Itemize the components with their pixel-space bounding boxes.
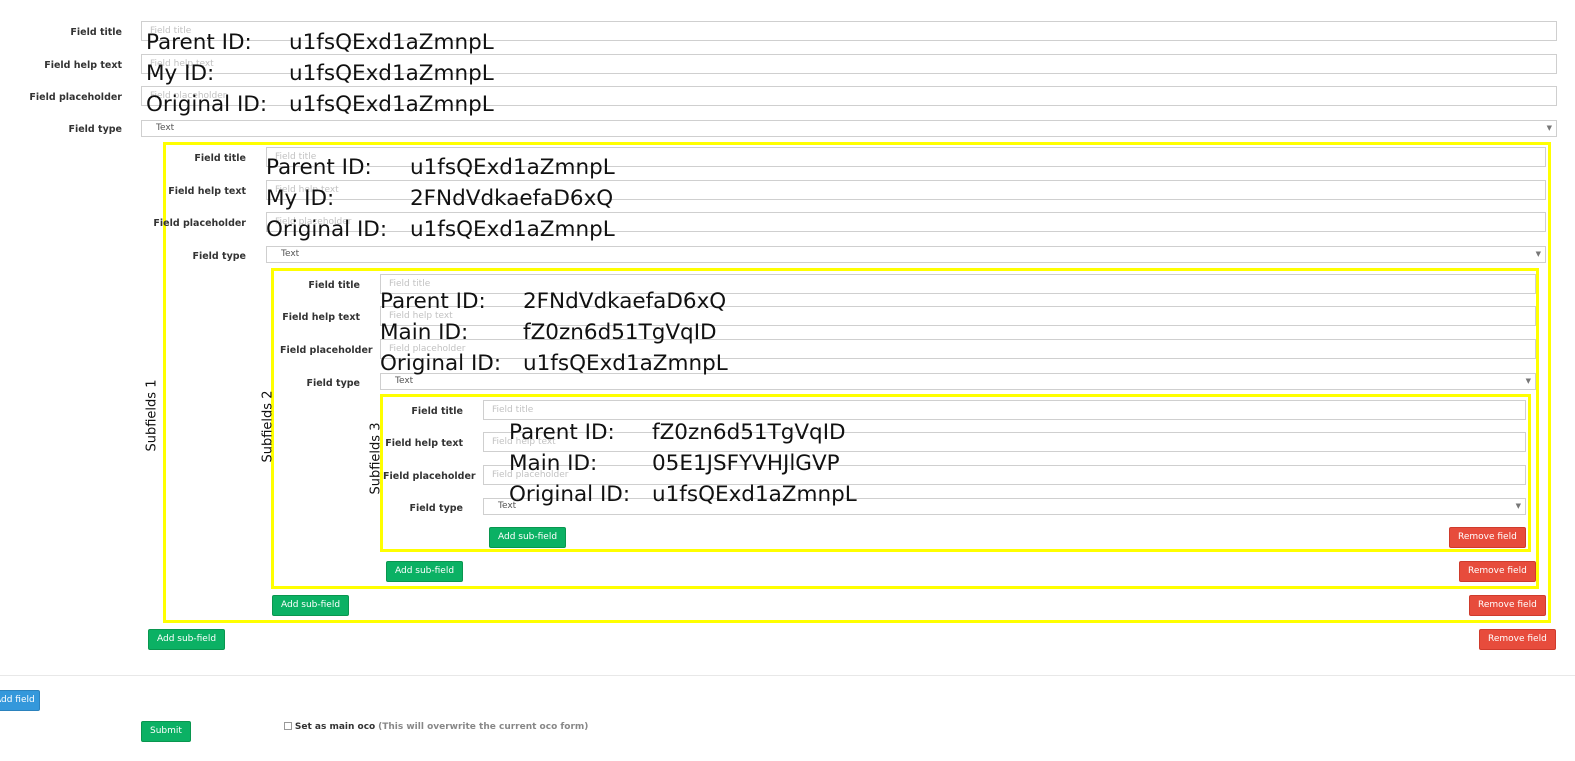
remove-field-button-level-3[interactable]: Remove field	[1449, 527, 1526, 548]
chevron-down-icon: ▼	[1546, 124, 1552, 132]
field-title-label: Field title	[308, 280, 360, 291]
remove-field-button-level-0[interactable]: Remove field	[1479, 629, 1556, 650]
chevron-down-icon: ▼	[1515, 502, 1521, 510]
add-sub-field-button-level-2[interactable]: Add sub-field	[386, 561, 464, 582]
remove-field-button-level-1[interactable]: Remove field	[1469, 595, 1546, 616]
chevron-down-icon: ▼	[1535, 250, 1541, 258]
field-title-input[interactable]: Field title	[266, 147, 1546, 167]
field-title-label: Field title	[70, 27, 122, 38]
main-oco-label: Set as main oco	[294, 722, 376, 732]
subfields-1-label: Subfields 1	[144, 379, 160, 452]
add-field-button[interactable]: Add field	[0, 690, 40, 711]
field-help-text-label: Field help text	[44, 60, 122, 71]
field-help-text-label: Field help text	[282, 312, 360, 323]
field-type-value: Text	[281, 249, 300, 259]
field-title-input[interactable]: Field title	[380, 274, 1536, 294]
field-help-text-input[interactable]: Field help text	[380, 306, 1536, 326]
field-title-label: Field title	[411, 406, 463, 417]
subfields-2-label: Subfields 2	[260, 390, 276, 463]
field-placeholder-label: Field placeholder	[280, 345, 373, 356]
add-sub-field-button-level-0[interactable]: Add sub-field	[148, 629, 226, 650]
field-type-label: Field type	[68, 124, 122, 135]
field-placeholder-label: Field placeholder	[153, 218, 246, 229]
field-type-select[interactable]: Text ▼	[380, 373, 1536, 390]
field-placeholder-input[interactable]: Field placeholder	[483, 465, 1526, 485]
field-type-select[interactable]: Text ▼	[483, 498, 1526, 515]
field-type-label: Field type	[306, 378, 360, 389]
field-help-text-label: Field help text	[385, 438, 463, 449]
subfields-3-label: Subfields 3	[368, 422, 384, 495]
main-oco-note: (This will overwrite the current oco for…	[378, 722, 589, 732]
add-sub-field-button-level-1[interactable]: Add sub-field	[272, 595, 350, 616]
remove-field-button-level-2[interactable]: Remove field	[1459, 561, 1536, 582]
field-help-text-input[interactable]: Field help text	[141, 54, 1557, 74]
field-title-label: Field title	[194, 153, 246, 164]
field-help-text-input[interactable]: Field help text	[483, 432, 1526, 452]
field-placeholder-input[interactable]: Field placeholder	[141, 86, 1557, 106]
field-type-label: Field type	[192, 251, 246, 262]
field-type-select[interactable]: Text ▼	[266, 246, 1546, 263]
field-type-value: Text	[395, 376, 414, 386]
field-placeholder-label: Field placeholder	[29, 92, 122, 103]
field-placeholder-input[interactable]: Field placeholder	[266, 212, 1546, 232]
field-help-text-label: Field help text	[168, 186, 246, 197]
add-sub-field-button-level-3[interactable]: Add sub-field	[489, 527, 567, 548]
field-type-label: Field type	[409, 503, 463, 514]
submit-button[interactable]: Submit	[141, 721, 191, 742]
field-title-input[interactable]: Field title	[141, 21, 1557, 41]
field-placeholder-input[interactable]: Field placeholder	[380, 339, 1536, 359]
field-title-input[interactable]: Field title	[483, 400, 1526, 420]
field-type-value: Text	[156, 123, 175, 133]
field-type-select[interactable]: Text ▼	[141, 120, 1557, 137]
chevron-down-icon: ▼	[1525, 377, 1531, 385]
field-type-value: Text	[498, 501, 517, 511]
divider	[0, 675, 1575, 676]
main-oco-option[interactable]: Set as main oco (This will overwrite the…	[284, 721, 588, 733]
field-placeholder-label: Field placeholder	[383, 471, 476, 482]
main-oco-checkbox[interactable]	[284, 721, 292, 730]
field-help-text-input[interactable]: Field help text	[266, 180, 1546, 200]
